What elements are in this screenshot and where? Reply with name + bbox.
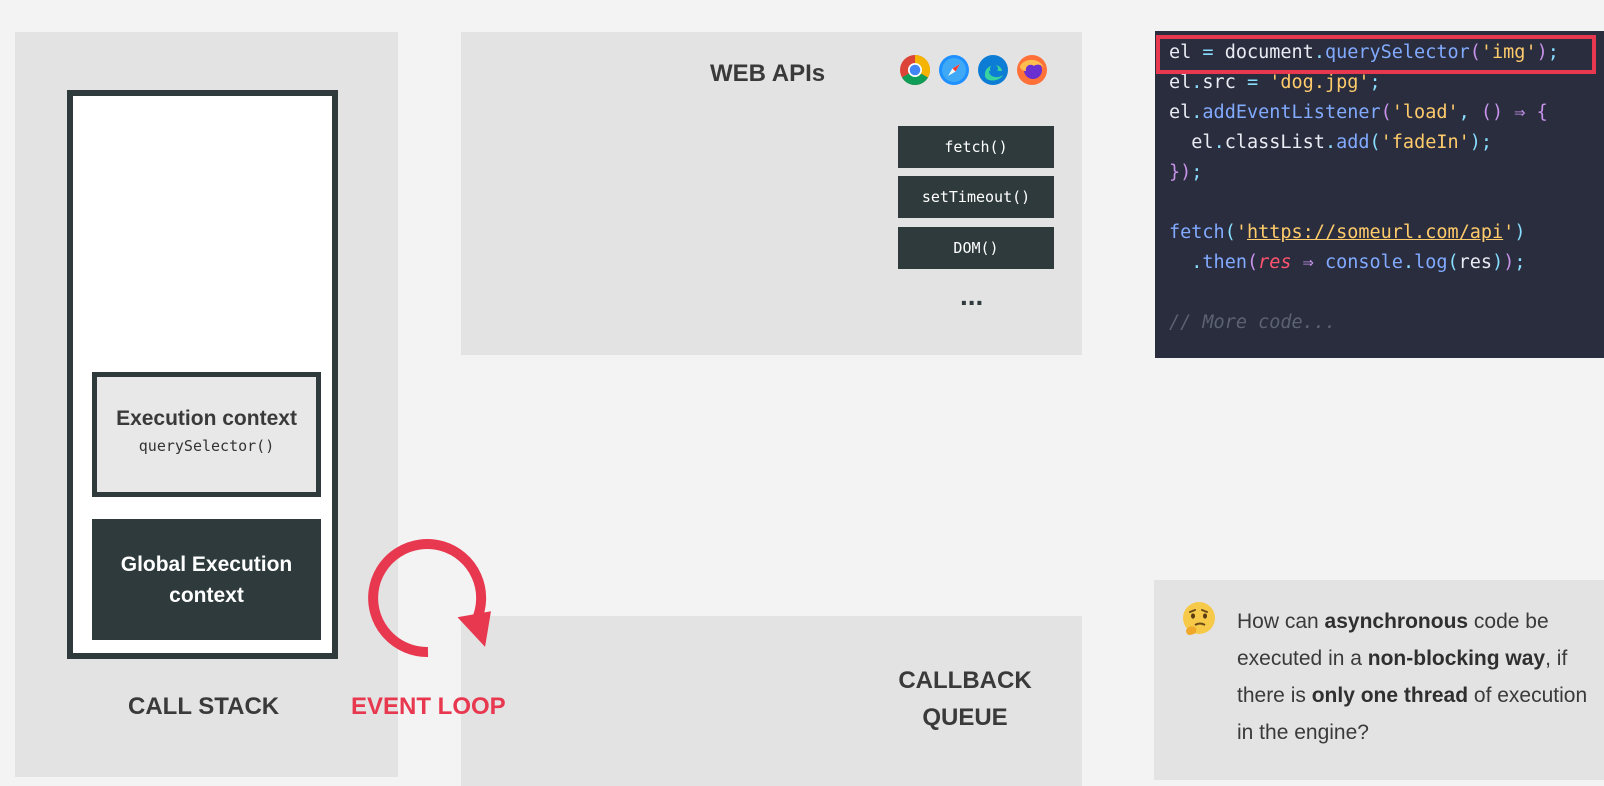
code-line-4: el.classList.add('fadeIn'); — [1169, 132, 1493, 153]
firefox-icon — [1017, 55, 1047, 85]
question-text: How can asynchronous code be executed in… — [1237, 610, 1588, 744]
callback-queue-label: CALLBACK QUEUE — [870, 662, 1060, 736]
thinking-face-icon — [1183, 602, 1215, 635]
code-line-6: fetch('https://someurl.com/api') — [1169, 222, 1526, 243]
web-apis-label: WEB APIs — [710, 60, 826, 87]
global-execution-context-label: Global Execution context — [120, 552, 293, 607]
current-line-highlight — [1156, 35, 1596, 74]
execution-context-title: Execution context — [116, 407, 297, 430]
event-loop-arrow-icon — [368, 539, 491, 658]
event-loop-label: EVENT LOOP — [351, 693, 506, 720]
global-execution-context-box: Global Execution context — [92, 519, 321, 640]
web-api-dom: DOM() — [898, 227, 1054, 269]
web-api-settimeout: setTimeout() — [898, 176, 1054, 218]
edge-icon — [978, 55, 1008, 85]
code-line-comment: // More code... — [1169, 312, 1337, 333]
web-api-more-ellipsis: ... — [960, 280, 984, 311]
code-line-7: .then(res ⇒ console.log(res)); — [1169, 252, 1526, 273]
safari-icon — [939, 55, 969, 85]
web-api-fetch: fetch() — [898, 126, 1054, 168]
code-line-3: el.addEventListener('load', () ⇒ { — [1169, 102, 1548, 123]
code-line-5: }); — [1169, 162, 1203, 183]
code-panel: el = document.querySelector('img'); el.s… — [1155, 31, 1604, 358]
callback-queue-label-line1: CALLBACK — [898, 667, 1032, 694]
chrome-icon — [900, 54, 931, 86]
call-stack-label: CALL STACK — [128, 693, 280, 720]
callback-queue-label-line2: QUEUE — [922, 704, 1008, 731]
execution-context-box: Execution context querySelector() — [92, 372, 321, 497]
execution-context-function: querySelector() — [138, 437, 275, 455]
